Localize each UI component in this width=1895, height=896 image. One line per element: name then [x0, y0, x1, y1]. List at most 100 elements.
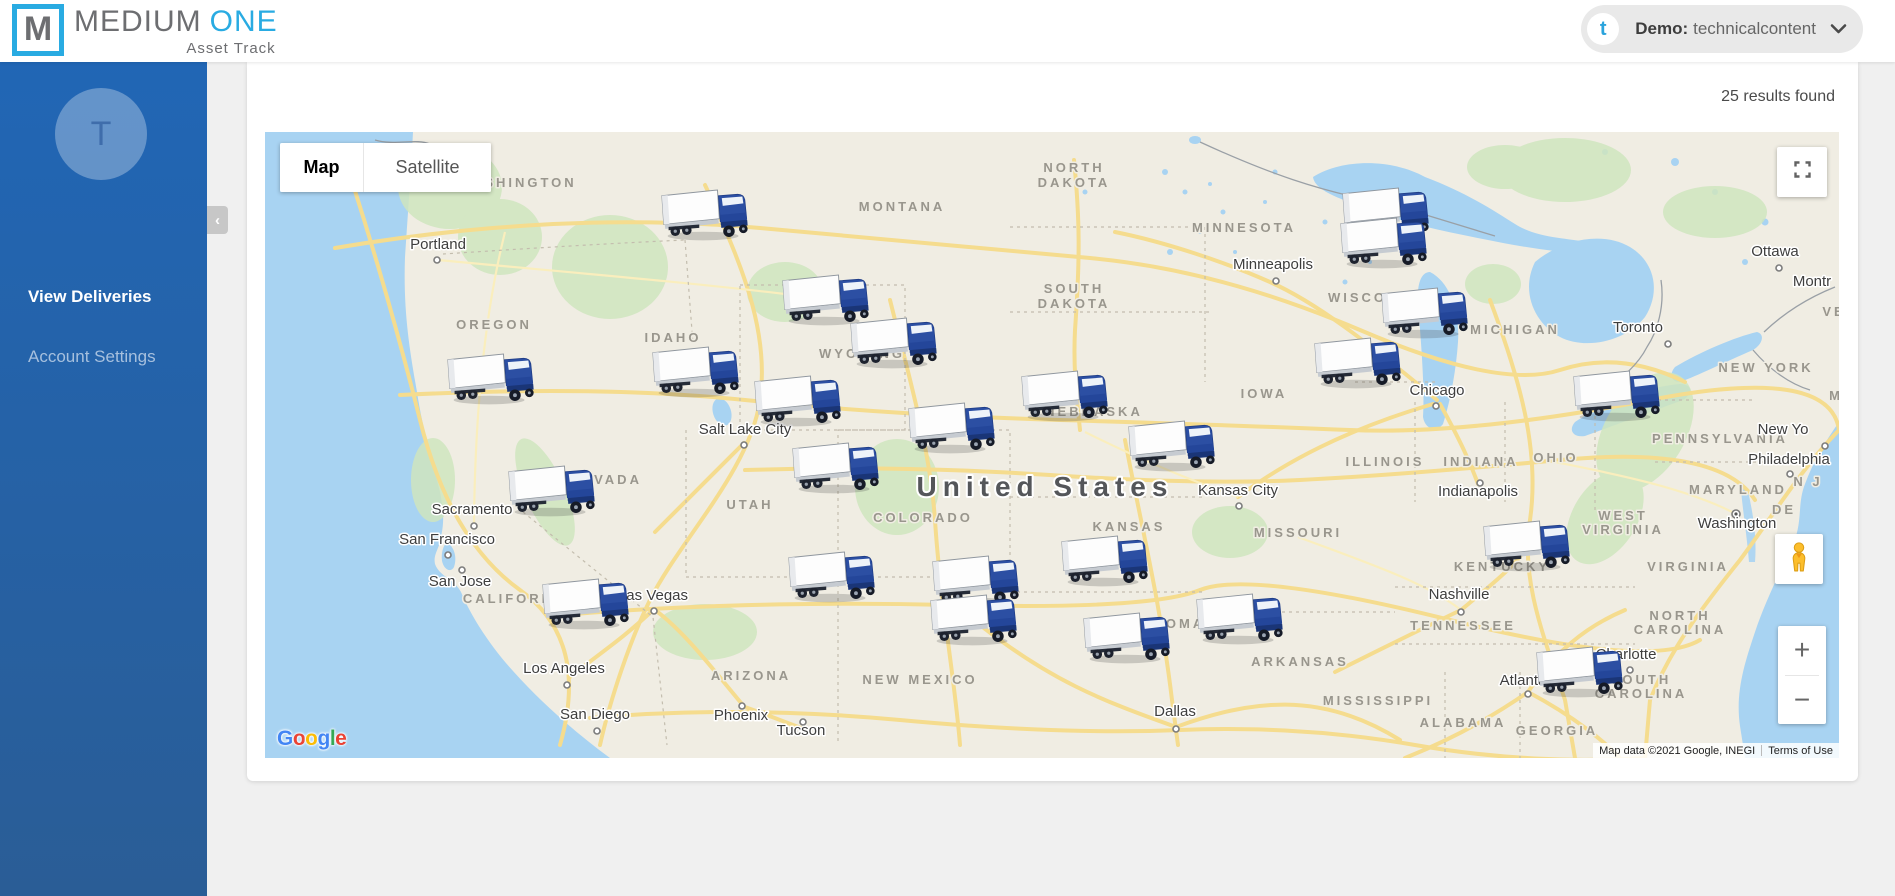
truck-marker[interactable]: [931, 595, 1017, 645]
fullscreen-button[interactable]: [1777, 147, 1827, 197]
city-dot: [594, 728, 600, 734]
pegman-icon: [1786, 542, 1812, 577]
zoom-control: + −: [1778, 626, 1826, 724]
city-label: Chicago: [1409, 382, 1464, 399]
map-type-map-button[interactable]: Map: [280, 143, 363, 192]
city-label: San Francisco: [399, 531, 495, 548]
state-label: ILLINOIS: [1346, 454, 1425, 469]
state-label: GEORGIA: [1516, 723, 1598, 738]
account-avatar: t: [1587, 13, 1619, 45]
city-label: Indianapolis: [1438, 483, 1518, 500]
brand-subtitle: Asset Track: [186, 40, 277, 57]
map-type-satellite-button[interactable]: Satellite: [363, 143, 491, 192]
google-logo-letter: o: [305, 727, 317, 750]
truck-marker[interactable]: [448, 354, 534, 404]
city-dot: [1458, 609, 1464, 615]
truck-marker[interactable]: [851, 318, 937, 368]
truck-marker[interactable]: [783, 275, 869, 325]
city-label: Portland: [410, 236, 466, 253]
sidebar: T View Deliveries Account Settings: [0, 62, 207, 896]
app-logo: M MEDIUMONE Asset Track: [12, 3, 278, 57]
city-label: Los Angeles: [523, 660, 605, 677]
state-label: VE: [1822, 304, 1839, 319]
city-label: Tucson: [777, 722, 826, 739]
city-dot: [1273, 278, 1279, 284]
brand-name-accent: ONE: [210, 5, 278, 38]
state-label: OREGON: [456, 317, 532, 332]
truck-marker[interactable]: [662, 190, 748, 240]
state-label: KANSAS: [1093, 519, 1166, 534]
map-data-credit: Map data ©2021 Google, INEGI: [1593, 745, 1761, 757]
sidebar-item-account-settings[interactable]: Account Settings: [0, 347, 207, 367]
city-dot: [1665, 341, 1671, 347]
city-dot: [1822, 443, 1828, 449]
truck-marker[interactable]: [909, 403, 995, 453]
state-label: MONTANA: [859, 199, 945, 214]
sidebar-item-view-deliveries[interactable]: View Deliveries: [0, 287, 207, 307]
truck-marker[interactable]: [789, 552, 875, 602]
truck-marker[interactable]: [1129, 421, 1215, 471]
content-card: 25 results found: [247, 62, 1858, 781]
map-attribution: Map data ©2021 Google, INEGI Terms of Us…: [1593, 743, 1839, 758]
state-label: N J: [1793, 474, 1822, 489]
city-dot: [471, 523, 477, 529]
state-label: NEW MEXICO: [862, 672, 977, 687]
state-label: MISSOURI: [1254, 525, 1342, 540]
city-label: Philadelphia: [1748, 451, 1830, 468]
truck-marker[interactable]: [653, 347, 739, 397]
app-header: M MEDIUMONE Asset Track t Demo:technical…: [0, 0, 1895, 62]
city-dot: [1173, 726, 1179, 732]
city-dot: [564, 682, 570, 688]
google-logo-letter: G: [277, 727, 293, 750]
city-dot: [434, 257, 440, 263]
logo-icon: M: [12, 4, 64, 56]
truck-marker[interactable]: [755, 376, 841, 426]
fullscreen-icon: [1793, 160, 1812, 184]
zoom-in-button[interactable]: +: [1778, 626, 1826, 675]
map-canvas[interactable]: WASHINGTONMONTANANORTHDAKOTAMINNESOTASOU…: [265, 132, 1839, 758]
account-value: technicalcontent: [1693, 19, 1816, 38]
truck-marker[interactable]: [543, 579, 629, 629]
city-label: Toronto: [1613, 319, 1663, 336]
city-dot: [1627, 667, 1633, 673]
city-dot: [1787, 471, 1793, 477]
truck-marker[interactable]: [1084, 613, 1170, 663]
state-label: MARYLAND: [1689, 482, 1787, 497]
city-label: Sacramento: [432, 501, 513, 518]
city-label: New Yo: [1758, 421, 1809, 438]
zoom-out-button[interactable]: −: [1778, 676, 1826, 725]
city-dot: [1236, 503, 1242, 509]
country-label: United States: [917, 471, 1174, 502]
state-label: NORTHDAKOTA: [1038, 160, 1111, 190]
city-dot: [1776, 265, 1782, 271]
truck-marker[interactable]: [1062, 536, 1148, 586]
google-logo[interactable]: Google: [277, 727, 346, 751]
city-label: Phoenix: [714, 707, 769, 724]
truck-marker[interactable]: [509, 466, 595, 516]
chevron-down-icon: [1830, 23, 1847, 35]
truck-marker[interactable]: [1315, 338, 1401, 388]
truck-marker[interactable]: [1484, 521, 1570, 571]
sidebar-collapse-button[interactable]: ‹: [207, 206, 228, 234]
logo-letter: M: [24, 12, 52, 46]
truck-marker[interactable]: [1341, 218, 1427, 268]
map-type-control: Map Satellite: [280, 143, 491, 192]
state-label: IOWA: [1241, 386, 1288, 401]
city-label: Washington: [1698, 515, 1777, 532]
state-label: M: [1829, 388, 1839, 403]
street-view-pegman-button[interactable]: [1775, 534, 1823, 584]
state-label: UTAH: [726, 497, 773, 512]
city-label: Ottawa: [1751, 243, 1799, 260]
google-logo-letter: e: [335, 727, 346, 750]
city-dot: [741, 442, 747, 448]
city-dot: [445, 552, 451, 558]
state-label: INDIANA: [1443, 454, 1518, 469]
state-label: IDAHO: [645, 330, 702, 345]
account-menu[interactable]: t Demo:technicalcontent: [1581, 5, 1863, 53]
state-label: ARKANSAS: [1251, 654, 1349, 669]
city-label: Nashville: [1429, 586, 1490, 603]
state-label: SOUTHDAKOTA: [1038, 281, 1111, 311]
state-label: MINNESOTA: [1192, 220, 1296, 235]
truck-marker[interactable]: [1197, 594, 1283, 644]
terms-of-use-link[interactable]: Terms of Use: [1762, 745, 1839, 757]
